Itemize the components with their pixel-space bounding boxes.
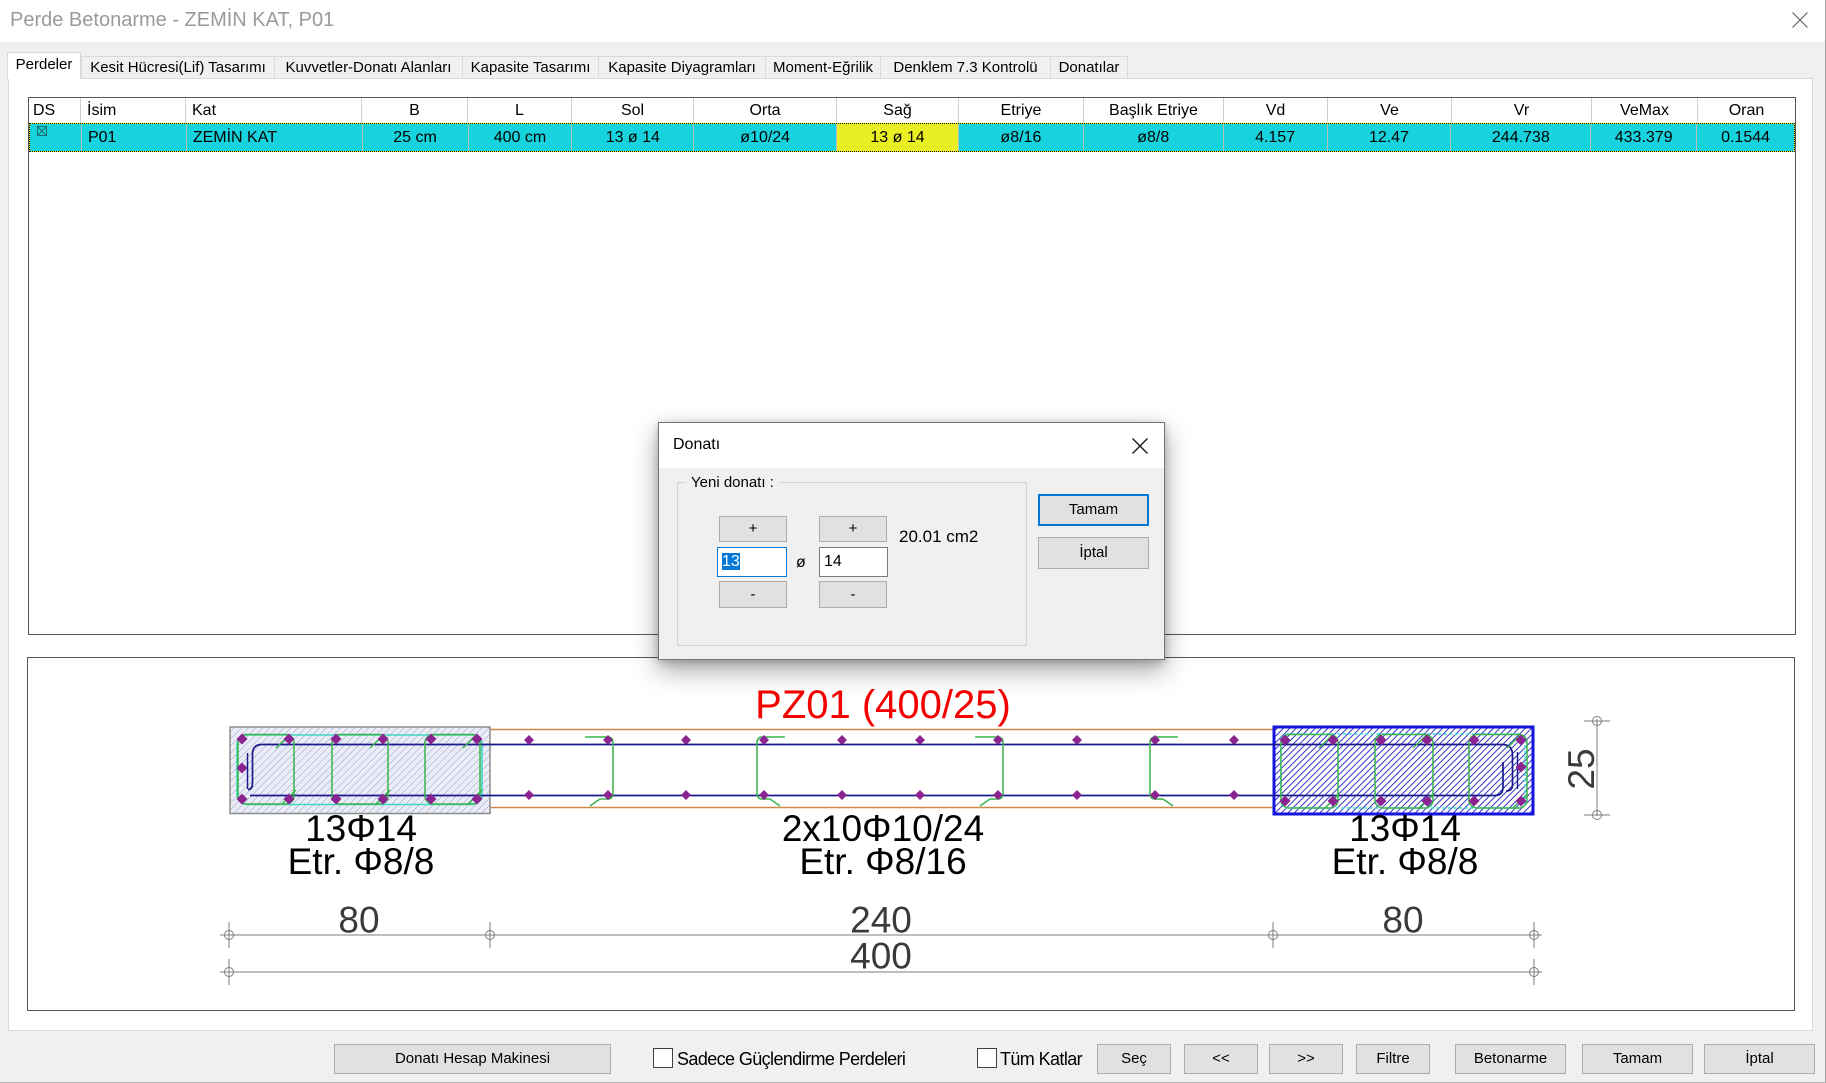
svg-text:80: 80 bbox=[1382, 900, 1423, 941]
svg-text:Etr. Φ8/8: Etr. Φ8/8 bbox=[1332, 841, 1479, 882]
svg-text:400: 400 bbox=[850, 936, 912, 977]
svg-text:Etr. Φ8/16: Etr. Φ8/16 bbox=[799, 841, 966, 882]
svg-text:80: 80 bbox=[338, 900, 379, 941]
svg-text:PZ01 (400/25): PZ01 (400/25) bbox=[755, 683, 1011, 727]
svg-text:25: 25 bbox=[1561, 748, 1602, 789]
svg-text:240: 240 bbox=[850, 900, 912, 941]
svg-text:Etr. Φ8/8: Etr. Φ8/8 bbox=[288, 841, 435, 882]
